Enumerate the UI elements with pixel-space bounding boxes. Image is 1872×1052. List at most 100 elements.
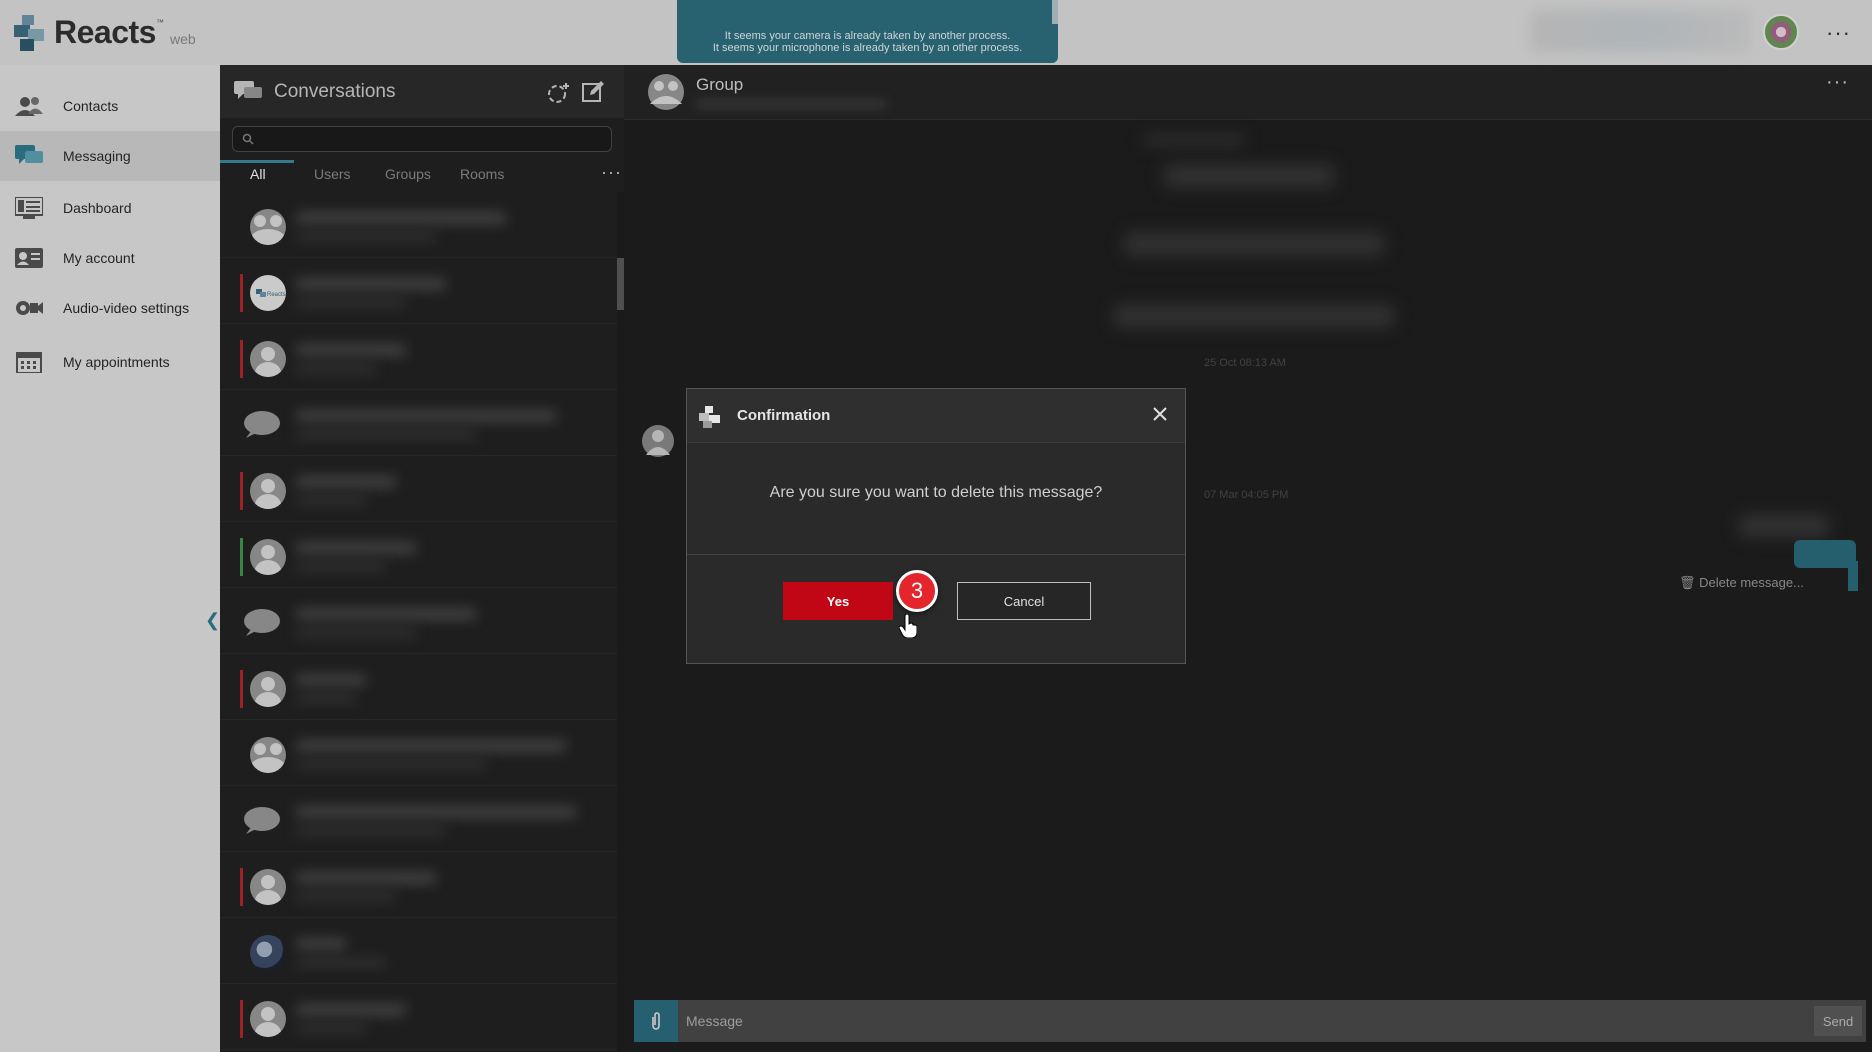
status-indicator [240, 340, 243, 378]
microphone-notice: It seems your microphone is already take… [712, 42, 1023, 54]
user-avatar[interactable] [1763, 14, 1799, 50]
sidebar-item-contacts[interactable]: Contacts [0, 81, 220, 131]
blurred-name [296, 542, 416, 554]
blurred-preview [296, 694, 356, 703]
conversation-search[interactable] [232, 126, 612, 152]
sidebar-item-audio-video-settings[interactable]: Audio-video settings [0, 283, 220, 333]
trash-icon: 🗑 [1679, 575, 1696, 590]
chat-more-icon[interactable]: ··· [1826, 71, 1849, 94]
chat-bubble-icon [244, 411, 280, 438]
photo-avatar-icon [250, 935, 286, 971]
conversation-row[interactable] [220, 324, 618, 390]
blurred-message [1144, 135, 1244, 145]
sidebar-item-my-account[interactable]: My account [0, 233, 220, 283]
compose-icon[interactable] [582, 81, 604, 108]
reacts-logo-icon [699, 406, 721, 433]
status-indicator [240, 1000, 243, 1038]
tab-groups[interactable]: Groups [385, 166, 431, 182]
user-avatar-icon [250, 539, 286, 575]
sidebar-item-label: Messaging [63, 148, 131, 164]
paperclip-icon [652, 1012, 660, 1030]
app-logo[interactable]: Reacts ™ web [14, 14, 196, 51]
own-message-tail [1848, 561, 1858, 591]
sidebar-item-label: My account [63, 250, 135, 266]
notice-scrollbar[interactable] [1052, 0, 1058, 24]
cancel-button[interactable]: Cancel [957, 582, 1091, 620]
search-input[interactable] [261, 129, 601, 149]
conversation-row[interactable]: Reacts [220, 258, 618, 324]
sidebar: Contacts Messaging Dashboard My account … [0, 65, 220, 1052]
conversation-tabs: All Users Groups Rooms ··· [220, 160, 624, 192]
conversation-row[interactable] [220, 522, 618, 588]
sidebar-item-dashboard[interactable]: Dashboard [0, 183, 220, 233]
new-group-icon[interactable] [546, 81, 572, 110]
blurred-preview [296, 892, 396, 901]
conversation-row[interactable] [220, 192, 618, 258]
top-bar: Reacts ™ web It seems your camera is alr… [0, 0, 1872, 65]
conversation-row[interactable] [220, 720, 618, 786]
send-button[interactable]: Send [1814, 1006, 1862, 1036]
conversation-row[interactable] [220, 984, 618, 1050]
tab-all[interactable]: All [250, 166, 266, 182]
blurred-message [1114, 305, 1394, 327]
blurred-name [296, 476, 396, 488]
blurred-name [296, 410, 556, 422]
group-avatar-icon [250, 737, 286, 773]
dialog-header: Confirmation [687, 389, 1185, 443]
conversation-row[interactable] [220, 588, 618, 654]
camera-notice: It seems your camera is already taken by… [724, 30, 1011, 42]
blurred-name [296, 608, 476, 620]
status-indicator [240, 868, 243, 906]
sidebar-item-label: Audio-video settings [63, 300, 190, 316]
blurred-message [1124, 233, 1384, 255]
conversation-row[interactable] [220, 918, 618, 984]
sidebar-item-messaging[interactable]: Messaging [0, 131, 220, 181]
conversation-row[interactable] [220, 786, 618, 852]
blurred-user-info [1530, 10, 1750, 52]
user-avatar-icon [250, 341, 286, 377]
own-message-bubble[interactable] [1794, 540, 1856, 568]
blurred-name [296, 806, 576, 818]
tab-rooms[interactable]: Rooms [460, 166, 504, 182]
conversation-row[interactable] [220, 654, 618, 720]
blurred-name [296, 740, 566, 752]
tab-users[interactable]: Users [314, 166, 351, 182]
blurred-message [1164, 165, 1334, 187]
blurred-message [1739, 515, 1829, 537]
sidebar-item-my-appointments[interactable]: My appointments [0, 337, 220, 387]
app-suffix: web [169, 31, 196, 47]
blurred-preview [296, 628, 416, 637]
conversations-icon [234, 81, 264, 108]
conversation-row[interactable] [220, 852, 618, 918]
svg-text:Reacts: Reacts [267, 292, 286, 298]
trademark: ™ [155, 18, 164, 27]
tabs-more-icon[interactable]: ··· [601, 162, 622, 183]
app-name: Reacts [54, 14, 156, 50]
collapse-sidebar-icon[interactable]: ❮ [205, 610, 220, 631]
status-indicator [240, 538, 243, 576]
blurred-preview [296, 826, 446, 835]
scrollbar-thumb[interactable] [617, 258, 624, 310]
message-input[interactable] [678, 1000, 1808, 1042]
blurred-preview [296, 958, 386, 967]
delete-message-option[interactable]: 🗑 Delete message... [1679, 575, 1804, 591]
active-tab-indicator [220, 160, 294, 163]
blurred-name [296, 1004, 406, 1016]
close-icon[interactable] [1149, 403, 1171, 425]
attach-button[interactable] [634, 1000, 678, 1042]
sidebar-item-label: Dashboard [63, 200, 132, 216]
conversation-scrollbar[interactable] [617, 192, 624, 1052]
sender-avatar-icon [642, 425, 674, 457]
conversation-row[interactable] [220, 456, 618, 522]
confirmation-dialog: Confirmation Are you sure you want to de… [686, 388, 1186, 664]
yes-button[interactable]: Yes [783, 582, 893, 620]
audio-video-icon [14, 297, 44, 319]
reacts-avatar-icon: Reacts [250, 275, 286, 311]
top-more-menu-icon[interactable]: ··· [1826, 20, 1851, 46]
calendar-icon [14, 351, 44, 373]
message-input-bar: Send [634, 1000, 1866, 1042]
message-timestamp: 07 Mar 04:05 PM [1204, 489, 1289, 501]
blurred-name [296, 212, 506, 224]
blurred-name [296, 872, 436, 884]
conversation-row[interactable] [220, 390, 618, 456]
